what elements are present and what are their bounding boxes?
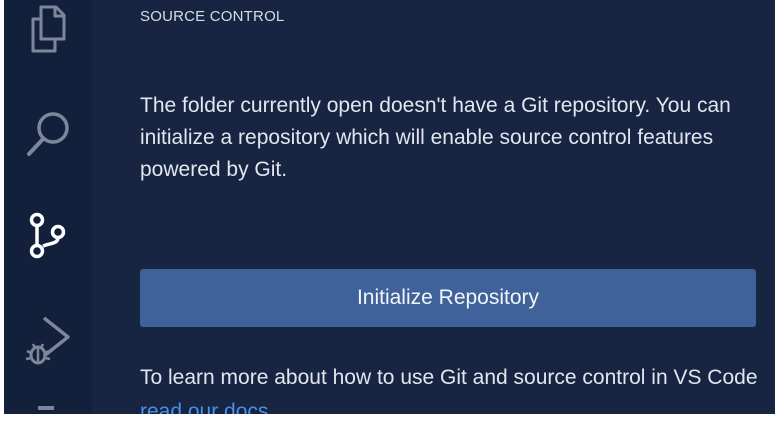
- activity-bar: [4, 0, 92, 414]
- vscode-window: SOURCE CONTROL The folder currently open…: [4, 0, 775, 414]
- learn-more-text: To learn more about how to use Git and s…: [140, 361, 760, 414]
- no-repository-message: The folder currently open doesn't have a…: [140, 94, 731, 181]
- source-control-icon: [28, 210, 68, 260]
- activity-item-search[interactable]: [4, 100, 92, 170]
- source-control-sidebar: SOURCE CONTROL The folder currently open…: [92, 0, 775, 414]
- read-docs-link[interactable]: read our docs: [140, 400, 268, 414]
- initialize-repository-label: Initialize Repository: [356, 286, 540, 309]
- sidebar-title: SOURCE CONTROL: [140, 8, 285, 25]
- activity-item-extensions[interactable]: [4, 396, 92, 414]
- extensions-icon: [28, 396, 68, 414]
- initialize-repository-button[interactable]: Initialize Repository: [140, 269, 756, 327]
- learn-more-prefix: To learn more about how to use Git and s…: [140, 366, 758, 389]
- run-debug-icon: [22, 314, 74, 368]
- activity-item-explorer[interactable]: [4, 0, 92, 58]
- activity-item-run-debug[interactable]: [4, 306, 92, 376]
- search-icon: [23, 108, 73, 162]
- activity-item-source-control[interactable]: [4, 200, 92, 270]
- files-icon: [28, 5, 68, 53]
